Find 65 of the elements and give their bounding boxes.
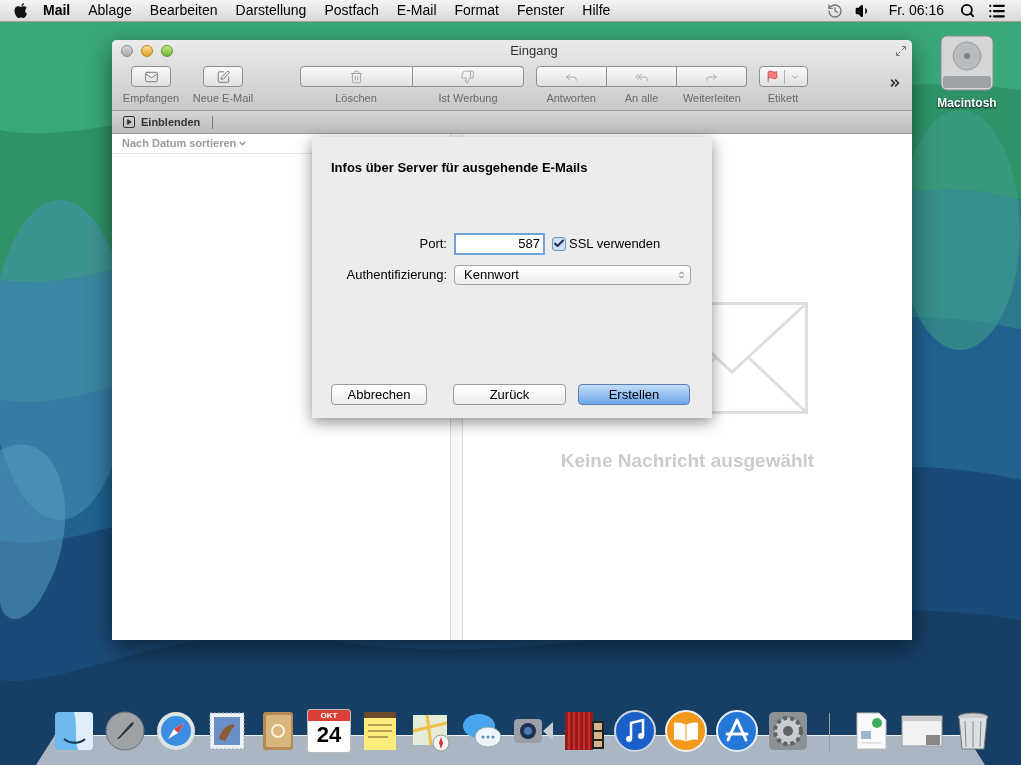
flag-icon [766, 70, 779, 83]
port-field[interactable]: 587 [454, 232, 545, 255]
toolbar-segment[interactable] [607, 66, 677, 87]
toolbar-segment[interactable] [677, 66, 747, 87]
calendar-icon[interactable]: OKT 24 [307, 709, 351, 753]
toolbar-label: Löschen [334, 91, 378, 106]
dialog-button[interactable]: Abbrechen [331, 383, 427, 405]
menu-item[interactable]: Postfach [324, 0, 379, 21]
apple-logo-icon[interactable] [13, 2, 29, 19]
menu-item[interactable]: Ablage [88, 0, 132, 21]
sheet-title: Infos über Server für ausgehende E-Mails [331, 159, 589, 177]
authentication-popup[interactable]: Kennwort [454, 264, 691, 285]
field-label: Authentifizierung: [345, 265, 447, 284]
zoom-button[interactable] [161, 45, 173, 57]
menu-item[interactable]: E-Mail [396, 0, 437, 21]
toolbar-segment[interactable] [536, 66, 607, 87]
thumbs-down-icon [460, 69, 476, 84]
toolbar-label: Etikett [766, 91, 800, 106]
play-square-icon[interactable] [123, 116, 135, 128]
compass-icon[interactable] [154, 709, 198, 753]
book-icon[interactable] [664, 709, 708, 753]
time-machine-icon[interactable] [826, 2, 843, 19]
hard-drive-icon[interactable] [939, 32, 995, 94]
dialog-button[interactable]: Zurück [453, 383, 566, 405]
music-note-icon[interactable] [613, 709, 657, 753]
menu-clock[interactable]: Fr. 06:16 [888, 0, 944, 21]
checkbox[interactable] [552, 236, 566, 251]
window-title: Eingang [509, 42, 559, 61]
fullscreen-icon[interactable] [895, 45, 907, 57]
toolbar-button[interactable] [203, 66, 243, 87]
toolbar-label: Empfangen [121, 91, 181, 106]
pencil-square-icon [215, 69, 231, 84]
envelope-icon [143, 69, 159, 84]
toolbar-segment[interactable] [412, 66, 524, 87]
calendar-day: 24 [316, 721, 342, 749]
desktop-icon-label[interactable]: Macintosh [937, 94, 997, 112]
app-store-icon[interactable] [715, 709, 759, 753]
gear-icon[interactable] [766, 709, 810, 753]
curtain-icon[interactable] [562, 709, 606, 753]
menu-item[interactable]: Darstellung [235, 0, 307, 21]
smiling-face-icon[interactable] [52, 709, 96, 753]
envelope-watermark-icon [712, 302, 808, 414]
menu-item[interactable]: Bearbeiten [149, 0, 218, 21]
stepper-arrows-icon [677, 269, 686, 280]
calendar-month: OKT [308, 710, 350, 721]
toolbar-label: Neue E-Mail [191, 91, 255, 106]
menu-item[interactable]: Hilfe [582, 0, 611, 21]
caret-icon [238, 139, 248, 148]
menu-app-name[interactable]: Mail [43, 0, 71, 21]
trash-icon [348, 69, 364, 84]
field-label: Port: [418, 234, 447, 253]
search-icon[interactable] [960, 3, 975, 18]
toolbar-label: An alle [623, 91, 660, 106]
show-toggle[interactable]: Einblenden [141, 113, 201, 131]
dialog-button[interactable]: Erstellen [578, 383, 690, 405]
ssl-checkbox[interactable]: SSL verwenden [552, 233, 661, 254]
toolbar-button[interactable] [131, 66, 171, 87]
menu-item[interactable]: Format [454, 0, 499, 21]
toolbar-label: Ist Werbung [437, 91, 499, 106]
toolbar-label: Weiterleiten [681, 91, 742, 106]
menu-item[interactable]: Fenster [516, 0, 565, 21]
toolbar-segment[interactable] [300, 66, 413, 87]
more-icon[interactable] [888, 76, 902, 90]
label-menu-button[interactable] [758, 66, 808, 87]
toolbar-label: Antworten [545, 91, 597, 106]
